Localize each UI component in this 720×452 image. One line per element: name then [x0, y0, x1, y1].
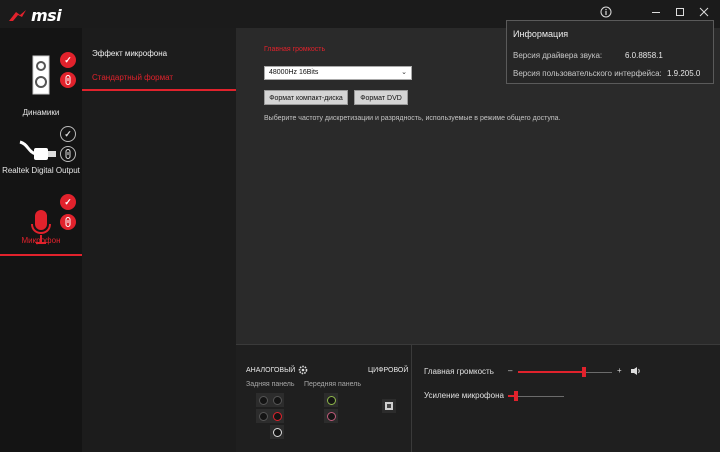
- ui-version-value: 1.9.205.0: [667, 69, 701, 78]
- default-device-check-icon[interactable]: ✓: [60, 52, 76, 68]
- device-speakers[interactable]: ✓ Динамики: [0, 42, 82, 126]
- mic-boost-thumb[interactable]: [514, 391, 519, 401]
- main-volume-fill: [518, 371, 584, 373]
- volume-plus[interactable]: +: [617, 366, 622, 375]
- format-select-value: 48000Hz 16Bits: [269, 69, 319, 76]
- device-sidebar: ✓ Динамики ✓ Realtek Digital Output ✓ Ми…: [0, 28, 82, 452]
- format-select[interactable]: 48000Hz 16Bits ⌄: [264, 66, 412, 80]
- submenu-item-default-format[interactable]: Стандартный формат: [92, 73, 173, 82]
- device-label: Realtek Digital Output: [2, 166, 80, 175]
- close-icon[interactable]: [696, 4, 712, 20]
- settings-badge-icon[interactable]: [60, 146, 76, 162]
- dvd-format-button[interactable]: Формат DVD: [354, 90, 408, 105]
- dragon-icon: [9, 9, 26, 21]
- settings-badge-icon[interactable]: [60, 214, 76, 230]
- rear-jack[interactable]: [270, 425, 284, 439]
- default-device-check-icon[interactable]: ✓: [60, 126, 76, 142]
- main-volume-thumb[interactable]: [581, 367, 586, 377]
- volume-minus[interactable]: –: [508, 366, 512, 375]
- driver-version-label: Версия драйвера звука:: [513, 51, 603, 60]
- speaker-volume-icon[interactable]: [630, 366, 642, 376]
- effect-submenu: Эффект микрофона Стандартный формат: [82, 28, 236, 452]
- device-label: Микрофон: [21, 236, 61, 245]
- ui-version-label: Версия пользовательского интерфейса:: [513, 69, 662, 78]
- front-panel-label: Передняя панель: [304, 381, 361, 388]
- rear-jack[interactable]: [270, 393, 284, 407]
- optical-port-icon[interactable]: [382, 399, 396, 413]
- msi-logo: msi: [8, 6, 62, 25]
- level-panel: Главная громкость – + Усиление микрофона: [412, 344, 720, 452]
- gear-icon[interactable]: [298, 365, 308, 375]
- rear-jack[interactable]: [256, 409, 270, 423]
- device-microphone[interactable]: ✓ Микрофон: [0, 192, 82, 276]
- speaker-icon: [32, 55, 50, 95]
- submenu-active-underline: [82, 89, 236, 91]
- cd-format-button[interactable]: Формат компакт-диска: [264, 90, 348, 105]
- mic-boost-label: Усиление микрофона: [424, 391, 504, 400]
- submenu-item-mic-effect[interactable]: Эффект микрофона: [92, 49, 167, 58]
- rear-jack[interactable]: [256, 393, 270, 407]
- front-jack-headphone[interactable]: [324, 393, 338, 407]
- info-icon[interactable]: [598, 4, 614, 20]
- main-panel: Главная громкость 48000Hz 16Bits ⌄ Форма…: [236, 20, 720, 344]
- jack-panel: АНАЛОГОВЫЙ ЦИФРОВОЙ Задняя панель Передн…: [236, 344, 412, 452]
- maximize-icon[interactable]: [672, 4, 688, 20]
- analog-label: АНАЛОГОВЫЙ: [246, 367, 296, 374]
- main-volume-label: Главная громкость: [424, 367, 494, 376]
- driver-version-value: 6.0.8858.1: [625, 51, 663, 60]
- device-label: Динамики: [22, 108, 60, 117]
- front-jack-mic[interactable]: [324, 409, 338, 423]
- info-title: Информация: [513, 29, 569, 39]
- section-title: Главная громкость: [264, 46, 326, 53]
- active-device-indicator: [0, 254, 82, 256]
- settings-badge-icon[interactable]: [60, 72, 76, 88]
- format-hint: Выберите частоту дискретизации и разрядн…: [264, 115, 561, 122]
- default-device-check-icon[interactable]: ✓: [60, 194, 76, 210]
- rear-jack-mic-in[interactable]: [270, 409, 284, 423]
- rear-panel-label: Задняя панель: [246, 381, 295, 388]
- chevron-down-icon: ⌄: [401, 69, 407, 76]
- logo-text: msi: [31, 6, 62, 25]
- digital-label: ЦИФРОВОЙ: [368, 367, 409, 374]
- info-panel: Информация Версия драйвера звука: 6.0.88…: [506, 20, 714, 84]
- minimize-icon[interactable]: [648, 4, 664, 20]
